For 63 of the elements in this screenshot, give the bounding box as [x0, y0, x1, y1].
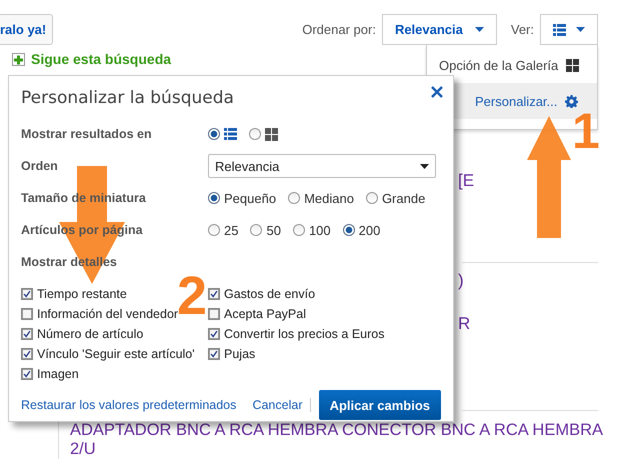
checkbox-label: Imagen	[37, 367, 79, 381]
close-icon[interactable]	[431, 86, 443, 98]
result-link-fragment[interactable]: R	[458, 314, 470, 334]
checkbox-label: Pujas	[224, 347, 256, 361]
radio-button[interactable]	[249, 128, 261, 140]
checkbox-label: Tiempo restante	[37, 287, 127, 301]
grid-icon	[566, 58, 580, 72]
radio-button[interactable]	[292, 224, 305, 236]
checkbox-label: Información del vendedor	[37, 307, 178, 321]
dialog-link[interactable]: Restaurar los valores predeterminados	[21, 398, 236, 412]
menu-item[interactable]: Opción de la Galería	[427, 47, 597, 83]
checkbox[interactable]	[21, 308, 33, 320]
checkbox-label: Convertir los precios a Euros	[224, 327, 384, 341]
plus-icon[interactable]	[12, 52, 25, 66]
caret-icon	[474, 27, 484, 32]
dialog-title: Personalizar la búsqueda	[21, 88, 234, 108]
checkbox-label: Número de artículo	[37, 327, 144, 341]
checkbox[interactable]	[21, 368, 33, 380]
checkbox[interactable]	[208, 348, 220, 360]
result-link-fragment[interactable]: [E	[458, 171, 474, 191]
caret-icon	[420, 164, 429, 168]
checkbox-label: Acepta PayPal	[224, 307, 306, 321]
radio-label: 50	[266, 222, 281, 238]
dialog-link[interactable]: Cancelar	[252, 398, 302, 412]
apply-button[interactable]: Aplicar cambios	[318, 390, 441, 420]
radio-button[interactable]	[208, 128, 220, 140]
checkbox[interactable]	[21, 328, 33, 340]
radio-button[interactable]	[208, 224, 220, 236]
settings-icon	[565, 94, 578, 108]
checkbox-label: Vínculo 'Seguir este artículo'	[37, 347, 195, 361]
option-label: Orden	[21, 158, 59, 175]
checkbox[interactable]	[21, 348, 33, 360]
radio-button[interactable]	[342, 224, 355, 236]
annotation-number: 2	[177, 269, 208, 323]
checkbox-label: Gastos de envío	[224, 287, 316, 301]
sort-label: Ordenar por:	[302, 22, 376, 37]
sort-dropdown[interactable]: Relevancia	[382, 14, 497, 45]
result-link-fragment[interactable]: )	[458, 271, 464, 291]
checkbox[interactable]	[21, 288, 33, 300]
radio-button[interactable]	[366, 192, 378, 204]
sort-select[interactable]: Relevancia	[208, 154, 436, 178]
view-label: Ver:	[510, 22, 534, 37]
checkbox[interactable]	[208, 308, 220, 320]
radio-label: Mediano	[304, 190, 354, 206]
radio-label: 100	[308, 222, 331, 238]
option-label: Mostrar resultados en	[21, 126, 153, 143]
grid-icon	[265, 128, 278, 140]
follow-search-link[interactable]: Sigue esta búsqueda	[31, 51, 172, 67]
buy-now-button[interactable]: ralo ya!	[0, 14, 54, 45]
radio-label: Grande	[382, 190, 426, 206]
checkbox[interactable]	[208, 328, 220, 340]
radio-label: Pequeño	[224, 190, 276, 206]
radio-button[interactable]	[250, 224, 262, 236]
list-icon	[224, 128, 237, 140]
radio-button[interactable]	[208, 192, 220, 204]
list-icon	[553, 24, 566, 36]
radio-label: 25	[224, 222, 238, 238]
checkbox[interactable]	[208, 288, 220, 300]
result-title-link[interactable]: ADAPTADOR BNC A RCA HEMBRA CONECTOR BNC A RCA HEMBRA 2/U	[70, 421, 610, 459]
radio-button[interactable]	[288, 192, 300, 204]
radio-label: 200	[358, 222, 380, 238]
view-dropdown[interactable]	[540, 14, 598, 45]
caret-icon	[576, 27, 585, 32]
